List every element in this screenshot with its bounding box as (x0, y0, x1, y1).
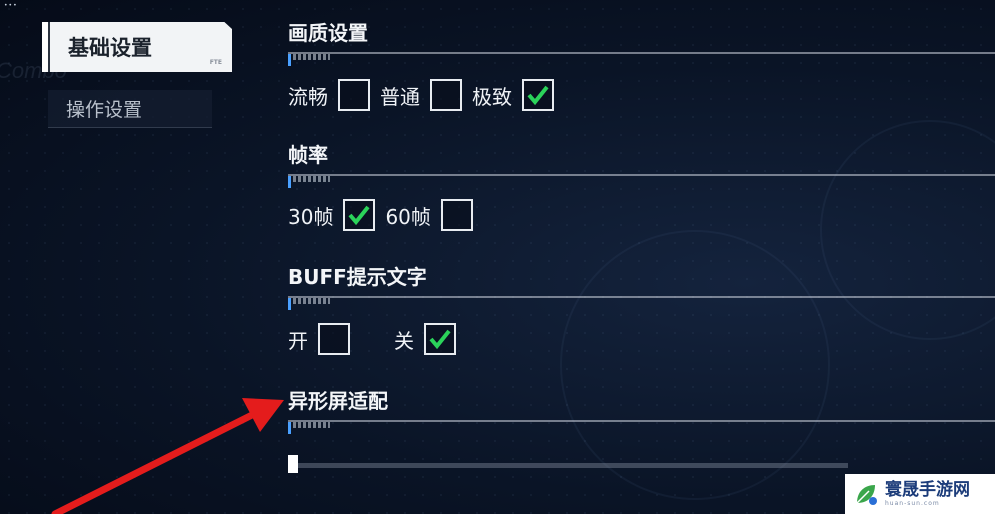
section-title: 画质设置 (288, 21, 368, 45)
checkbox[interactable] (440, 199, 473, 231)
section-notch-adaptation: 异形屏适配 (288, 388, 995, 474)
option-label: 关 (394, 328, 414, 353)
checkbox[interactable] (522, 79, 554, 111)
watermark-name: 寰晟手游网 (885, 480, 970, 500)
check-icon (527, 85, 549, 106)
option-label: 极致 (472, 84, 512, 109)
option-label: 60帧 (385, 204, 431, 229)
leaf-logo-icon (856, 485, 877, 505)
section-title: BUFF提示文字 (288, 265, 427, 289)
section-title: 异形屏适配 (288, 389, 388, 413)
slider-thumb[interactable] (288, 455, 298, 473)
nav-item-label: 操作设置 (66, 99, 143, 121)
option-label: 30帧 (288, 204, 334, 229)
option-group-frame-rate: 30帧 60帧 (288, 198, 995, 232)
option-30fps[interactable]: 30帧 (288, 199, 376, 231)
section-graphics: 画质设置 流畅 普通 极致 (288, 20, 995, 112)
section-frame-rate: 帧率 30帧 60帧 (288, 142, 995, 232)
nav-tab-label: 基础设置 (68, 36, 152, 60)
checkbox[interactable] (338, 79, 370, 111)
option-label: 流畅 (288, 84, 328, 109)
window-dots: ••• (4, 2, 18, 9)
option-group-buff-hint: 开 关 (288, 322, 995, 356)
check-icon (348, 205, 371, 226)
option-60fps[interactable]: 60帧 (385, 199, 473, 231)
checkbox[interactable] (424, 323, 456, 355)
option-smooth[interactable]: 流畅 (288, 79, 370, 111)
section-title: 帧率 (288, 143, 328, 167)
notch-adaptation-slider[interactable] (288, 452, 848, 474)
nav-tab-basic-settings[interactable]: 基础设置 FTE (42, 22, 232, 72)
section-divider (288, 420, 995, 434)
section-divider (288, 52, 995, 66)
watermark-url: huan-sun.com (885, 500, 940, 507)
watermark: 寰晟手游网 huan-sun.com (845, 474, 995, 514)
option-label: 开 (288, 328, 308, 353)
check-icon (429, 329, 451, 350)
option-label: 普通 (380, 84, 420, 109)
checkbox[interactable] (343, 199, 376, 231)
nav-item-control-settings[interactable]: 操作设置 (48, 90, 212, 128)
section-divider (288, 296, 995, 310)
option-normal[interactable]: 普通 (380, 79, 462, 111)
option-ultra[interactable]: 极致 (472, 79, 554, 111)
section-divider (288, 174, 995, 188)
option-on[interactable]: 开 (288, 323, 350, 355)
slider-track (288, 463, 848, 468)
section-buff-hint-text: BUFF提示文字 开 关 (288, 264, 995, 356)
checkbox[interactable] (318, 323, 350, 355)
nav-tab-corner-mark: FTE (209, 59, 222, 66)
option-group-graphics: 流畅 普通 极致 (288, 78, 995, 112)
option-off[interactable]: 关 (394, 323, 456, 355)
checkbox[interactable] (430, 79, 462, 111)
